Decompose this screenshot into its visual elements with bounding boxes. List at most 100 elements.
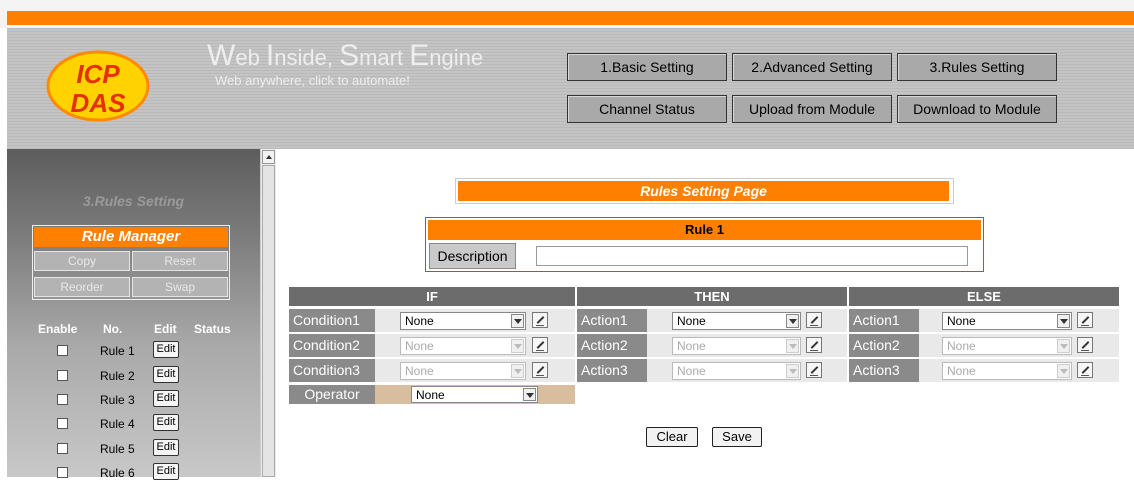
- condition-label: Condition1: [289, 309, 375, 332]
- then-action1-select[interactable]: None: [672, 312, 801, 330]
- chevron-down-icon: [1057, 364, 1070, 378]
- rule-enable-checkbox[interactable]: [57, 443, 68, 454]
- rule-number: Rule 6: [100, 466, 135, 480]
- reorder-button[interactable]: Reorder: [34, 277, 130, 297]
- rule-edit-button[interactable]: Edit: [153, 390, 179, 407]
- rule-edit-button[interactable]: Edit: [153, 414, 179, 431]
- nav-download-to-module[interactable]: Download to Module: [897, 95, 1057, 123]
- edit-pencil-icon[interactable]: [1077, 312, 1093, 328]
- sidebar-scrollbar[interactable]: [260, 149, 276, 477]
- chevron-down-icon: [511, 364, 524, 378]
- clear-button[interactable]: Clear: [646, 427, 698, 447]
- scroll-thumb[interactable]: [262, 165, 275, 477]
- nav-rules-setting[interactable]: 3.Rules Setting: [897, 53, 1057, 81]
- else-action-label: Action2: [849, 334, 919, 357]
- chevron-down-icon: [511, 339, 524, 353]
- rule-enable-checkbox[interactable]: [57, 370, 68, 381]
- else-header: ELSE: [849, 287, 1119, 306]
- then-action-label: Action3: [577, 359, 647, 382]
- description-button[interactable]: Description: [429, 243, 516, 269]
- rule-manager-box: Rule Manager Copy Reset Reorder Swap: [32, 225, 230, 300]
- operator-cell: None: [375, 385, 575, 404]
- then-action-label: Action1: [577, 309, 647, 332]
- nav-upload-from-module[interactable]: Upload from Module: [732, 95, 892, 123]
- logo-text-bottom: DAS: [71, 88, 127, 118]
- logo-text-top: ICP: [76, 59, 120, 89]
- then-action-cell: None: [647, 334, 847, 357]
- then-action-label: Action2: [577, 334, 647, 357]
- swap-button[interactable]: Swap: [132, 277, 228, 297]
- edit-pencil-icon[interactable]: [806, 337, 822, 353]
- edit-pencil-icon[interactable]: [532, 362, 548, 378]
- col-status: Status: [194, 322, 231, 336]
- tagline-main: Web Inside, Smart Engine: [207, 39, 484, 72]
- then-action2-select[interactable]: None: [672, 337, 801, 355]
- rule-title: Rule 1: [428, 220, 981, 240]
- rule-row: Rule 5 Edit: [7, 438, 260, 460]
- rule-edit-button[interactable]: Edit: [153, 366, 179, 383]
- else-action-label: Action3: [849, 359, 919, 382]
- edit-pencil-icon[interactable]: [532, 312, 548, 328]
- edit-pencil-icon[interactable]: [806, 362, 822, 378]
- scroll-up-icon[interactable]: [262, 150, 275, 164]
- nav-basic-setting[interactable]: 1.Basic Setting: [567, 53, 727, 81]
- col-edit: Edit: [154, 322, 177, 336]
- condition-cell: None: [375, 334, 575, 357]
- else-action1-select[interactable]: None: [942, 312, 1072, 330]
- chevron-down-icon: [1057, 314, 1070, 328]
- rule-number: Rule 4: [100, 417, 135, 431]
- copy-button[interactable]: Copy: [34, 251, 130, 271]
- rule-edit-button[interactable]: Edit: [153, 341, 179, 358]
- else-action3-select[interactable]: None: [942, 362, 1072, 380]
- chevron-down-icon: [511, 314, 524, 328]
- rule-edit-button[interactable]: Edit: [153, 463, 179, 480]
- edit-pencil-icon[interactable]: [1077, 337, 1093, 353]
- col-no: No.: [103, 322, 123, 336]
- else-action2-select[interactable]: None: [942, 337, 1072, 355]
- nav-advanced-setting[interactable]: 2.Advanced Setting: [732, 53, 892, 81]
- then-action3-select[interactable]: None: [672, 362, 801, 380]
- sidebar: 3.Rules Setting Rule Manager Copy Reset …: [7, 149, 260, 480]
- rule-number: Rule 3: [100, 393, 135, 407]
- page-title: Rules Setting Page: [458, 181, 949, 201]
- operator-select[interactable]: None: [411, 386, 538, 403]
- else-action-cell: None: [919, 309, 1119, 332]
- rule-number: Rule 1: [100, 344, 135, 358]
- else-action-cell: None: [919, 359, 1119, 382]
- rule-enable-checkbox[interactable]: [57, 418, 68, 429]
- save-button[interactable]: Save: [712, 427, 762, 447]
- tagline: Web Inside, Smart Engine Web anywhere, c…: [207, 39, 484, 89]
- then-action-cell: None: [647, 359, 847, 382]
- rule-row: Rule 6 Edit: [7, 462, 260, 484]
- condition3-select[interactable]: None: [400, 362, 526, 380]
- chevron-down-icon: [786, 339, 799, 353]
- tagline-sub: Web anywhere, click to automate!: [215, 73, 410, 88]
- edit-pencil-icon[interactable]: [806, 312, 822, 328]
- condition-label: Condition2: [289, 334, 375, 357]
- then-header: THEN: [577, 287, 847, 306]
- description-input[interactable]: [536, 246, 968, 266]
- if-header: IF: [289, 287, 575, 306]
- condition1-select[interactable]: None: [400, 312, 526, 330]
- top-accent-bar: [7, 11, 1134, 25]
- edit-pencil-icon[interactable]: [532, 337, 548, 353]
- reset-button[interactable]: Reset: [132, 251, 228, 271]
- else-action-cell: None: [919, 334, 1119, 357]
- nav-channel-status[interactable]: Channel Status: [567, 95, 727, 123]
- condition2-select[interactable]: None: [400, 337, 526, 355]
- rule-enable-checkbox[interactable]: [57, 394, 68, 405]
- rule-edit-button[interactable]: Edit: [153, 439, 179, 456]
- chevron-down-icon: [523, 388, 536, 401]
- condition-label: Condition3: [289, 359, 375, 382]
- rule-enable-checkbox[interactable]: [57, 345, 68, 356]
- rule-number: Rule 5: [100, 442, 135, 456]
- rule-enable-checkbox[interactable]: [57, 467, 68, 478]
- condition-cell: None: [375, 309, 575, 332]
- rule-row: Rule 1 Edit: [7, 340, 260, 362]
- edit-pencil-icon[interactable]: [1077, 362, 1093, 378]
- chevron-down-icon: [786, 314, 799, 328]
- rule-row: Rule 4 Edit: [7, 413, 260, 435]
- rule-box: Rule 1 Description: [425, 217, 984, 272]
- page-title-bar: Rules Setting Page: [455, 178, 954, 204]
- then-action-cell: None: [647, 309, 847, 332]
